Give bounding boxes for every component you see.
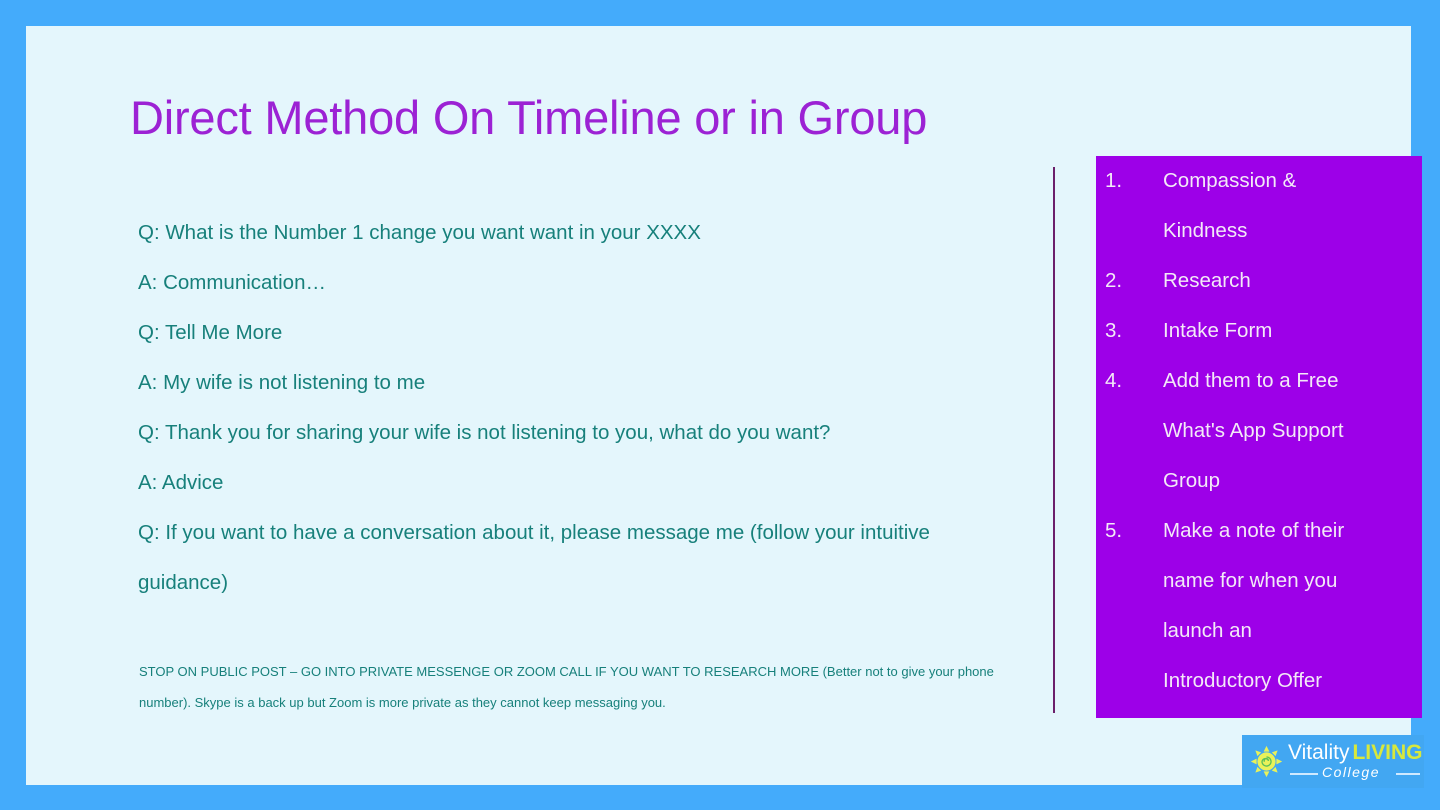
list-item: Introductory Offer: [1096, 656, 1422, 706]
logo: Vitality LIVING College: [1242, 735, 1424, 788]
list-item-number: 3.: [1105, 319, 1123, 342]
logo-college-text: College: [1322, 764, 1380, 780]
list-item: Group: [1096, 456, 1422, 506]
list-item-label: Make a note of their: [1163, 519, 1345, 542]
list-item: 1. Compassion &: [1096, 156, 1422, 206]
list-item-label: launch an: [1163, 619, 1252, 642]
dialogue-line: A: Advice: [138, 471, 224, 494]
list-item-label: Research: [1163, 269, 1251, 292]
logo-dash-right: [1396, 773, 1420, 775]
logo-vitality-text: Vitality: [1288, 741, 1350, 764]
list-item-label: Add them to a Free: [1163, 369, 1339, 392]
column-divider: [1053, 167, 1055, 713]
dialogue-column: Q: What is the Number 1 change you want …: [138, 208, 1038, 608]
list-item-label: What's App Support: [1163, 419, 1344, 442]
dialogue-line: A: My wife is not listening to me: [138, 371, 426, 394]
dialogue-line: Q: Tell Me More: [138, 321, 283, 344]
footnote-text: STOP ON PUBLIC POST – GO INTO PRIVATE ME…: [139, 664, 994, 710]
list-item: Kindness: [1096, 206, 1422, 256]
dialogue-line: Q: Thank you for sharing your wife is no…: [138, 421, 831, 444]
dialogue-line: Q: What is the Number 1 change you want …: [138, 221, 701, 244]
list-item: 3. Intake Form: [1096, 306, 1422, 356]
slide-canvas: Direct Method On Timeline or in Group Q:…: [26, 26, 1424, 788]
list-item-label: Introductory Offer: [1163, 669, 1323, 692]
logo-living-text: LIVING: [1352, 741, 1423, 764]
dialogue-line: Q: If you want to have a conversation ab…: [138, 521, 930, 594]
page-title: Direct Method On Timeline or in Group: [130, 91, 928, 144]
list-item-label: Group: [1163, 469, 1220, 492]
list-item-number: 1.: [1105, 169, 1123, 192]
dialogue-line: A: Communication…: [138, 271, 326, 294]
list-item-label: Intake Form: [1163, 319, 1273, 342]
sun-icon: [1250, 745, 1283, 778]
logo-dash-left: [1290, 773, 1318, 775]
list-item-label: Compassion &: [1163, 169, 1297, 192]
list-item-number: 2.: [1105, 269, 1123, 292]
logo-wordmark: Vitality LIVING: [1288, 741, 1423, 765]
logo-college-row: College: [1288, 764, 1420, 784]
list-item: 4. Add them to a Free: [1096, 356, 1422, 406]
list-item: 2. Research: [1096, 256, 1422, 306]
list-item: launch an: [1096, 606, 1422, 656]
list-item: 5. Make a note of their: [1096, 506, 1422, 556]
slide-frame: Direct Method On Timeline or in Group Q:…: [0, 0, 1440, 810]
list-item-label: name for when you: [1163, 569, 1338, 592]
numbered-list-panel: 1. Compassion & Kindness 2. Research 3. …: [1096, 156, 1422, 718]
list-item: What's App Support: [1096, 406, 1422, 456]
list-item-label: Kindness: [1163, 219, 1248, 242]
list-item-number: 4.: [1105, 369, 1123, 392]
list-item: name for when you: [1096, 556, 1422, 606]
list-item-number: 5.: [1105, 519, 1123, 542]
